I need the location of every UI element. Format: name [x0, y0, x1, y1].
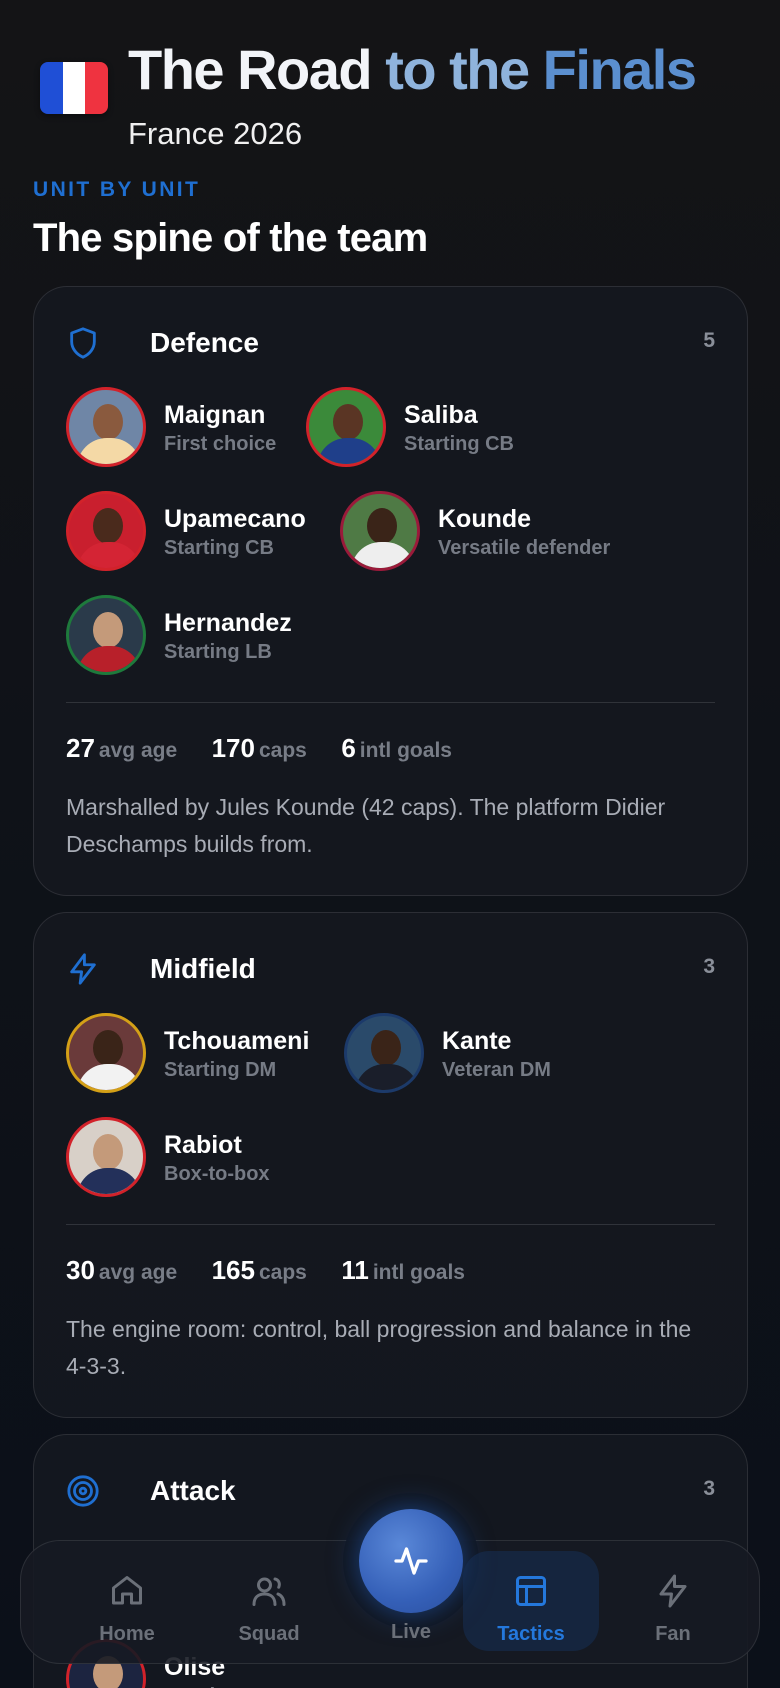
- unit-count: 3: [703, 955, 715, 978]
- avatar: [66, 387, 146, 467]
- unit-description: The engine room: control, ball progressi…: [66, 1316, 692, 1379]
- avatar: [340, 491, 420, 571]
- player-name: Upamecano: [164, 505, 306, 533]
- player-saliba[interactable]: Saliba Starting CB: [306, 387, 536, 467]
- stat-intl-goals: 11 intl goals: [341, 1255, 465, 1285]
- nav-home[interactable]: Home: [59, 1551, 195, 1651]
- player-tchouameni[interactable]: Tchouameni Starting DM: [66, 1013, 336, 1093]
- player-hernandez[interactable]: Hernandez Starting LB: [66, 595, 326, 675]
- player-role: Starting CB: [164, 537, 274, 559]
- nav-fan[interactable]: Fan: [605, 1551, 741, 1651]
- player-role: Starting DM: [164, 1059, 277, 1081]
- player-name: Hernandez: [164, 609, 292, 637]
- avatar: [344, 1013, 424, 1093]
- unit-card-defence[interactable]: Defence 5 Maignan First choice Saliba St…: [33, 286, 748, 896]
- nav-label: Squad: [238, 1623, 300, 1645]
- player-maignan[interactable]: Maignan First choice: [66, 387, 296, 467]
- unit-name: Midfield: [150, 953, 256, 984]
- bolt-icon: [659, 1574, 687, 1608]
- player-kounde[interactable]: Kounde Versatile defender: [340, 491, 640, 571]
- avatar: [66, 595, 146, 675]
- player-name: Kounde: [438, 505, 532, 533]
- unit-card-midfield[interactable]: Midfield 3 Tchouameni Starting DM Kante …: [33, 912, 748, 1418]
- player-rabiot[interactable]: Rabiot Box-to-box: [66, 1117, 306, 1197]
- avatar: [66, 1117, 146, 1197]
- home-icon: [112, 1576, 142, 1605]
- section-title: The spine of the team: [33, 216, 428, 260]
- avatar: [306, 387, 386, 467]
- stat-caps: 170 caps: [211, 733, 307, 763]
- unit-count: 5: [703, 329, 715, 352]
- users-icon: [252, 1577, 286, 1606]
- unit-name: Attack: [150, 1475, 236, 1506]
- player-role: Starting LB: [164, 641, 272, 663]
- player-name: Saliba: [404, 401, 478, 429]
- stat-avg-age: 27 avg age: [66, 733, 178, 763]
- avatar: [66, 1013, 146, 1093]
- player-role: Versatile defender: [438, 537, 611, 559]
- avatar: [66, 491, 146, 571]
- player-role: Veteran DM: [442, 1059, 551, 1081]
- player-name: Kante: [442, 1027, 512, 1055]
- player-role: First choice: [164, 433, 277, 455]
- unit-description: Marshalled by Jules Kounde (42 caps). Th…: [66, 794, 666, 857]
- bolt-icon: [70, 953, 96, 985]
- player-upamecano[interactable]: Upamecano Starting CB: [66, 491, 326, 571]
- stat-avg-age: 30 avg age: [66, 1255, 178, 1285]
- layout-icon: [516, 1576, 546, 1606]
- nav-squad[interactable]: Squad: [201, 1551, 337, 1651]
- player-name: Rabiot: [164, 1131, 242, 1159]
- player-name: Tchouameni: [164, 1027, 310, 1055]
- nav-label: Tactics: [497, 1623, 565, 1645]
- stat-intl-goals: 6 intl goals: [341, 733, 452, 763]
- nav-live[interactable]: [359, 1509, 463, 1613]
- activity-icon: [394, 1547, 428, 1575]
- nav-tactics[interactable]: Tactics: [463, 1551, 599, 1651]
- divider: [66, 702, 715, 703]
- unit-count: 3: [703, 1477, 715, 1500]
- section-eyebrow: UNIT BY UNIT: [33, 178, 201, 201]
- nav-label: Home: [99, 1623, 155, 1645]
- player-role: Starting CB: [404, 433, 514, 455]
- player-kante[interactable]: Kante Veteran DM: [344, 1013, 584, 1093]
- page-subtitle: France 2026: [128, 116, 303, 151]
- page-title: The Road to the Finals: [128, 38, 697, 101]
- player-role: Box-to-box: [164, 1163, 270, 1185]
- unit-stats: 27 avg age 170 caps 6 intl goals: [66, 733, 715, 769]
- player-name: Maignan: [164, 401, 266, 429]
- shield-icon: [70, 327, 96, 359]
- unit-name: Defence: [150, 327, 259, 358]
- title-word: [371, 38, 385, 101]
- target-icon: [67, 1475, 99, 1507]
- divider: [66, 1224, 715, 1225]
- france-flag-icon: [40, 62, 108, 114]
- nav-label: Fan: [655, 1623, 691, 1645]
- bottom-navigation: Home Squad Live Tactics Fan: [20, 1493, 760, 1664]
- unit-stats: 30 avg age 165 caps 11 intl goals: [66, 1255, 715, 1291]
- stat-caps: 165 caps: [211, 1255, 307, 1285]
- nav-label: Live: [390, 1621, 432, 1643]
